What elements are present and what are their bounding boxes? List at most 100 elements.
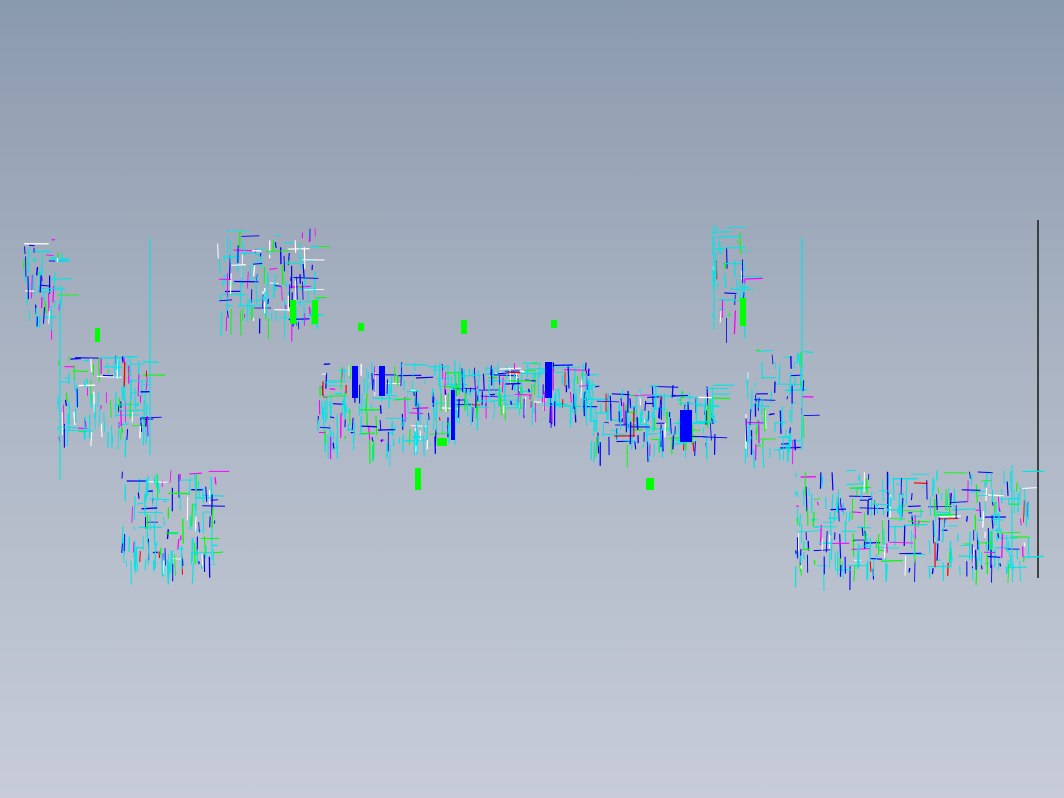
model-stroke [139, 425, 142, 439]
model-stroke [249, 299, 251, 316]
model-stroke [970, 491, 986, 493]
model-stroke [310, 308, 312, 318]
model-stroke [920, 508, 922, 517]
model-stroke [30, 274, 33, 299]
model-stroke [1016, 549, 1019, 560]
model-stroke [800, 351, 802, 368]
model-stroke [220, 311, 223, 337]
model-stroke [332, 442, 335, 449]
model-stroke [1006, 481, 1009, 496]
model-stroke [1025, 502, 1028, 527]
model-stroke [621, 418, 624, 423]
model-dense-block [352, 366, 358, 398]
model-highlight-block [312, 300, 318, 324]
model-stroke [631, 394, 655, 396]
model-stroke [871, 503, 889, 506]
model-stroke [606, 406, 609, 421]
model-stroke [524, 396, 526, 416]
model-stroke [233, 249, 254, 252]
model-stroke [743, 324, 746, 339]
model-stroke [979, 502, 981, 518]
model-stroke [181, 558, 184, 566]
model-stroke [733, 310, 737, 335]
model-stroke [985, 470, 988, 486]
model-stroke [984, 531, 986, 538]
model-stroke [174, 554, 176, 577]
model-stroke [984, 500, 986, 508]
model-stroke [802, 380, 805, 392]
model-stroke [794, 439, 797, 451]
model-stroke [961, 489, 981, 491]
model-stroke [457, 398, 460, 418]
model-stroke [848, 511, 851, 522]
model-stroke [538, 367, 541, 379]
model-stroke [984, 480, 986, 488]
model-stroke [143, 418, 154, 421]
model-stroke [763, 407, 766, 432]
model-stroke [378, 428, 396, 431]
model-stroke [349, 364, 351, 379]
model-stroke [455, 386, 458, 396]
model-stroke [36, 266, 39, 276]
model-stroke [129, 358, 132, 377]
model-stroke [239, 310, 242, 336]
model-stroke [434, 429, 437, 445]
model-stroke [784, 429, 788, 436]
model-stroke [748, 422, 751, 444]
model-stroke [498, 395, 514, 397]
cad-viewport[interactable] [0, 0, 1064, 798]
model-stroke [351, 417, 354, 431]
model-stroke [712, 313, 714, 318]
model-stroke [902, 510, 924, 512]
model-stroke [190, 551, 211, 554]
model-stroke [672, 442, 687, 445]
model-stroke [124, 409, 146, 412]
model-stroke [45, 254, 54, 257]
model-stroke [417, 398, 419, 408]
model-stroke [594, 406, 597, 412]
model-stroke [667, 433, 675, 435]
model-stroke [1008, 564, 1012, 569]
model-stroke [269, 267, 278, 270]
model-stroke [519, 386, 522, 410]
model-stroke [492, 367, 495, 391]
model-stroke [980, 552, 983, 566]
model-stroke [243, 313, 246, 318]
model-stroke [958, 555, 976, 558]
model-stroke [145, 417, 148, 427]
model-stroke [90, 431, 93, 447]
model-stroke [787, 439, 790, 462]
model-stroke [849, 495, 873, 498]
model-stroke [68, 356, 70, 362]
model-stroke [26, 293, 29, 306]
model-stroke [225, 229, 250, 232]
model-stroke [696, 405, 721, 408]
model-stroke [796, 530, 821, 533]
model-stroke [429, 432, 449, 435]
model-stroke [144, 558, 147, 571]
model-strokes [23, 225, 1045, 591]
model-stroke [702, 427, 705, 434]
model-stroke [931, 568, 934, 574]
model-stroke [530, 400, 532, 408]
model-stroke [609, 395, 612, 421]
model-stroke [146, 528, 149, 544]
model-stroke [103, 421, 106, 433]
model-stroke [33, 257, 36, 263]
model-stroke [590, 384, 593, 391]
model-highlight-block [461, 320, 467, 334]
model-stroke [949, 501, 968, 504]
model-stroke [976, 530, 979, 541]
model-stroke [513, 373, 516, 392]
model-stroke [775, 383, 800, 385]
model-stroke [325, 372, 328, 389]
model-stroke [120, 428, 122, 440]
model-stroke [974, 549, 977, 570]
model-stroke [865, 478, 868, 495]
model-stroke [846, 469, 857, 472]
model-stroke [663, 393, 666, 416]
model-highlight-block [437, 438, 447, 446]
model-stroke [724, 292, 737, 295]
model-stroke [857, 543, 860, 568]
model-stroke [595, 385, 600, 388]
